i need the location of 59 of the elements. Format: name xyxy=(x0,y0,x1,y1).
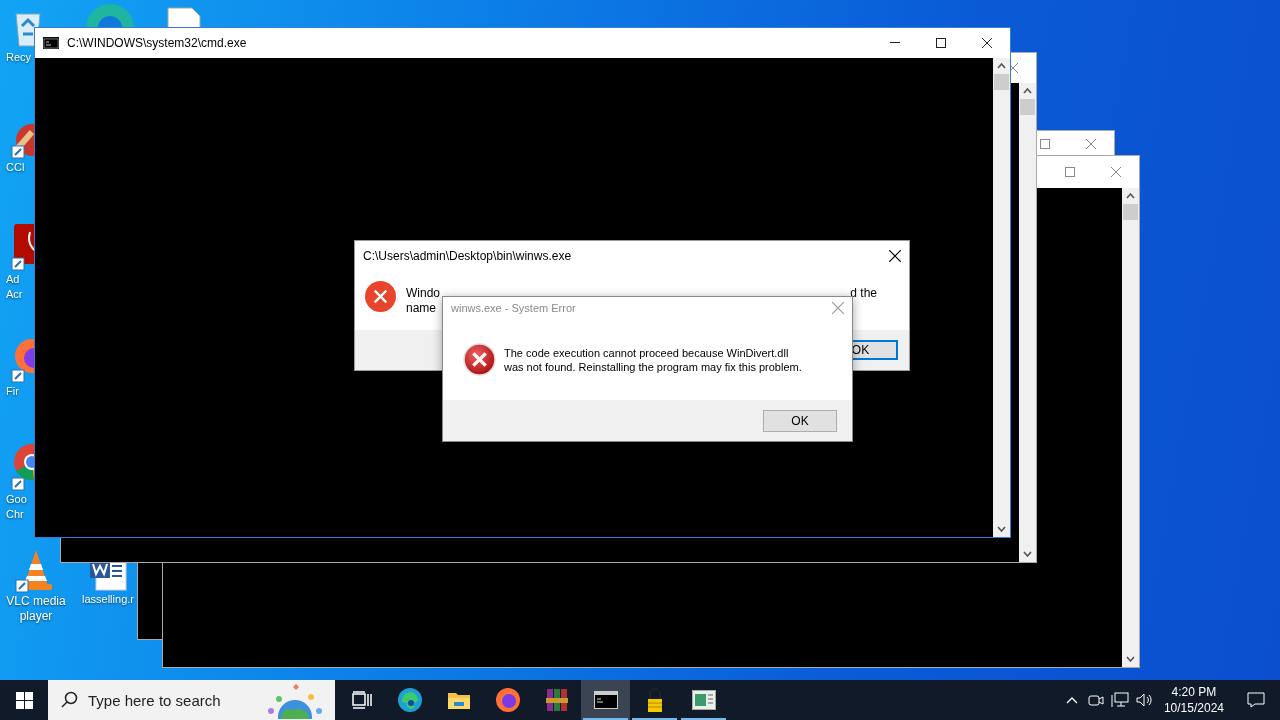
padlock-icon xyxy=(645,687,664,713)
window-title: C:\WINDOWS\system32\cmd.exe xyxy=(67,36,248,50)
error-message: was not found. Reinstalling the program may fix this problem. xyxy=(504,359,802,374)
desktop-icon-label[interactable]: Ad xyxy=(0,272,20,287)
scroll-down-icon[interactable] xyxy=(997,526,1006,532)
notifications-icon[interactable] xyxy=(1247,692,1265,708)
desktop-icon-label[interactable]: Chr xyxy=(0,507,24,522)
console-icon xyxy=(593,691,618,709)
dialog-title: C:\Users\admin\Desktop\bin\winws.exe xyxy=(363,249,573,263)
folder-icon xyxy=(446,690,471,710)
desktop-icon-label[interactable]: VLC media xyxy=(6,594,66,609)
dialog-title: winws.exe - System Error xyxy=(451,302,577,314)
desktop-icon-label[interactable]: lasselling.r xyxy=(82,592,134,607)
winrar-books-icon xyxy=(544,687,569,713)
firefox-icon xyxy=(494,687,521,713)
taskbar-app-button[interactable] xyxy=(581,680,630,720)
task-view-icon xyxy=(352,691,372,709)
ok-button[interactable]: OK xyxy=(763,409,837,432)
scrollbar[interactable] xyxy=(1019,83,1036,562)
search-icon xyxy=(60,691,78,709)
scrollbar[interactable] xyxy=(1122,188,1139,667)
console-app-icon xyxy=(43,37,59,49)
camera-icon[interactable] xyxy=(1087,692,1104,708)
scroll-up-icon[interactable] xyxy=(1126,193,1135,199)
scrollbar[interactable] xyxy=(993,58,1010,537)
scroll-up-icon[interactable] xyxy=(1023,88,1032,94)
chevron-up-icon[interactable] xyxy=(1065,696,1078,704)
maximize-icon[interactable] xyxy=(936,38,946,48)
windows-logo-icon xyxy=(15,691,33,709)
scroll-thumb[interactable] xyxy=(1020,99,1035,115)
error-message: The code execution cannot proceed because WinDivert.dll xyxy=(504,345,789,360)
scroll-down-icon[interactable] xyxy=(1023,551,1032,557)
edge-icon xyxy=(396,687,423,713)
desktop-icon-label[interactable]: CCl xyxy=(0,160,25,175)
edge-icon xyxy=(84,4,136,28)
clock-date: 10/15/2024 xyxy=(1163,700,1224,716)
clock[interactable]: 4:20 PM 10/15/2024 xyxy=(1155,684,1232,716)
error-message: name xyxy=(406,301,437,316)
desktop-icon-label[interactable]: Acr xyxy=(0,287,23,302)
scroll-thumb[interactable] xyxy=(994,74,1009,90)
error-icon xyxy=(463,343,496,376)
scroll-thumb[interactable] xyxy=(1123,204,1138,220)
desktop-icon-label[interactable]: Recy xyxy=(0,50,32,65)
volume-icon[interactable] xyxy=(1134,692,1153,708)
error-icon xyxy=(365,281,396,312)
desktop-icon-label[interactable]: Goo xyxy=(0,492,27,507)
search-bar[interactable]: Type here to search xyxy=(48,680,335,720)
clock-time: 4:20 PM xyxy=(1171,684,1217,700)
scroll-down-icon[interactable] xyxy=(1126,656,1135,662)
error-message: Windo xyxy=(406,286,440,301)
search-field[interactable]: Type here to search xyxy=(88,691,247,709)
close-icon[interactable] xyxy=(982,38,992,48)
desktop-icon-label[interactable]: Fir xyxy=(0,384,19,399)
desktop-icon-label[interactable]: player xyxy=(19,609,53,624)
minimize-icon[interactable] xyxy=(890,42,900,44)
close-icon[interactable] xyxy=(889,250,901,262)
scroll-up-icon[interactable] xyxy=(997,63,1006,69)
network-icon[interactable] xyxy=(1110,692,1129,708)
app-window-icon xyxy=(691,690,716,710)
